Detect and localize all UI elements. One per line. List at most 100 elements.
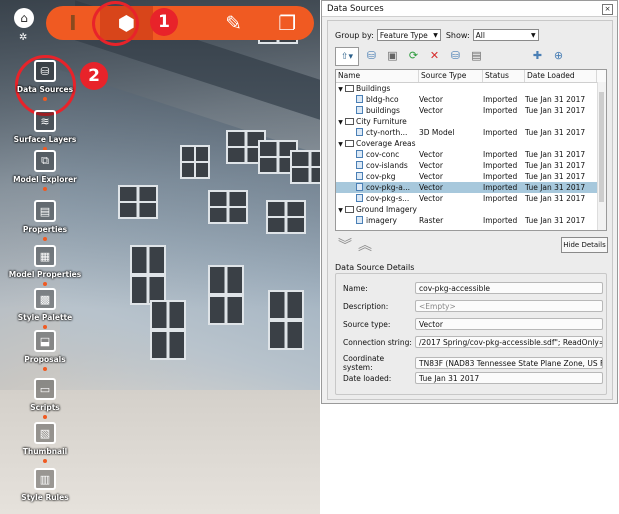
detail-connection-field[interactable]: /2017 Spring/cov-pkg-accessible.sdf"; Re… — [415, 336, 603, 348]
row-date-loaded: Tue Jan 31 2017 — [525, 106, 586, 115]
row-name-cell: cty-north... — [336, 127, 419, 138]
tool-layers[interactable]: ≋ Surface Layers — [0, 110, 90, 151]
expand-collapse-controls: ︾ ︽ — [338, 235, 372, 255]
table-row[interactable]: cov-pkg-s... Vector Imported Tue Jan 31 201… — [336, 193, 606, 204]
column-header-status[interactable]: Status — [483, 70, 525, 82]
table-row[interactable]: imagery Raster Imported Tue Jan 31 2017 — [336, 215, 606, 226]
add-data-source-button[interactable]: ⛁ — [363, 47, 380, 64]
panel-titlebar: Data Sources × — [322, 1, 617, 17]
tool-label: Style Palette — [17, 313, 73, 322]
pencil-icon: ✎ — [225, 11, 242, 35]
scrollbar-thumb[interactable] — [599, 92, 604, 202]
tool-label: Data Sources — [16, 85, 74, 94]
row-name: cov-islands — [366, 161, 408, 170]
list-rows: ▼ Buildings bldg-hco Vector Imported Tue Jan … — [336, 83, 606, 226]
tree-group-row[interactable]: ▼ Buildings — [336, 83, 606, 94]
row-name: cov-pkg-s... — [366, 194, 410, 203]
group-by-select[interactable]: Feature Type ▼ — [376, 29, 441, 41]
building-window — [208, 265, 244, 325]
table-row[interactable]: bldg-hco Vector Imported Tue Jan 31 2017 — [336, 94, 606, 105]
tool-model-explorer[interactable]: ⧉ Model Explorer — [0, 150, 90, 191]
expand-triangle-icon[interactable]: ▼ — [336, 139, 345, 149]
detail-connection-label: Connection string: — [343, 337, 412, 347]
3d-viewport[interactable]: ⌂ ✲ I ⬢ ✎ ❐ 1 2 ⛁ Data Sources ≋ Surface La… — [0, 0, 320, 514]
row-name-cell: cov-conc — [336, 149, 419, 160]
tool-separator-dot — [43, 367, 47, 371]
table-row[interactable]: buildings Vector Imported Tue Jan 31 2017 — [336, 105, 606, 116]
tool-label: Style Rules — [21, 493, 69, 502]
properties-icon: ▤ — [471, 49, 482, 62]
data-file-icon — [356, 172, 363, 180]
folder-icon — [345, 85, 354, 92]
tree-group-row[interactable]: ▼ City Furniture — [336, 116, 606, 127]
data-source-list[interactable]: Name Source Type Status Date Loaded ▼ Bui… — [335, 69, 607, 231]
expand-triangle-icon[interactable]: ▼ — [336, 117, 345, 127]
configure-button[interactable]: ▣ — [384, 47, 401, 64]
table-row[interactable]: cov-pkg-a... Vector Imported Tue Jan 31 201… — [336, 182, 606, 193]
expand-triangle-icon[interactable]: ▼ — [336, 84, 345, 94]
tool-style-palette[interactable]: ▩ Style Palette — [0, 288, 90, 329]
refresh-button[interactable]: ⟳ — [405, 47, 422, 64]
show-select[interactable]: All ▼ — [472, 29, 539, 41]
data-source-toolbar: ⇧▾ ⛁ ▣ ⟳ ✕ ⛁ ▤ ✚ ⊕ — [335, 47, 567, 66]
row-source-type: Vector — [419, 150, 443, 159]
gear-icon[interactable]: ✲ — [19, 32, 27, 43]
detail-description-field[interactable]: <Empty> — [415, 300, 603, 312]
layers-icon: ≋ — [34, 110, 56, 132]
remove-button[interactable]: ✕ — [426, 47, 443, 64]
map-plus-icon: ✚ — [532, 49, 543, 62]
detail-coord-label: Coordinate system: — [343, 354, 385, 372]
list-scrollbar[interactable] — [597, 82, 606, 230]
row-date-loaded: Tue Jan 31 2017 — [525, 128, 586, 137]
building-window — [266, 200, 306, 234]
map-add-button[interactable]: ✚ — [529, 47, 546, 64]
tree-group-row[interactable]: ▼ Ground Imagery — [336, 204, 606, 215]
details-box: Name: cov-pkg-accessible Description: <E… — [335, 273, 607, 395]
building-window — [180, 145, 210, 179]
main-toolbar: I ⬢ ✎ ❐ — [46, 6, 314, 40]
table-row[interactable]: cov-conc Vector Imported Tue Jan 31 2017 — [336, 149, 606, 160]
data-file-icon — [356, 150, 363, 158]
tool-properties[interactable]: ▤ Properties — [0, 200, 90, 241]
detail-connection-row: Connection string: /2017 Spring/cov-pkg-… — [343, 336, 605, 348]
hide-details-button[interactable]: Hide Details — [561, 237, 608, 253]
close-icon[interactable]: × — [602, 4, 613, 15]
map-zoom-button[interactable]: ⊕ — [550, 47, 567, 64]
collapse-all-icon[interactable]: ︾ — [338, 235, 352, 255]
column-header-date-loaded[interactable]: Date Loaded — [525, 70, 597, 82]
column-header-source-type[interactable]: Source Type — [419, 70, 483, 82]
tool-label: Surface Layers — [13, 135, 77, 144]
table-row[interactable]: cov-islands Vector Imported Tue Jan 31 2017 — [336, 160, 606, 171]
tool-scripts[interactable]: ▭ Scripts — [0, 378, 90, 419]
tool-style-rules[interactable]: ▥ Style Rules — [0, 468, 90, 502]
row-status: Imported — [483, 106, 518, 115]
list-header: Name Source Type Status Date Loaded — [336, 70, 606, 83]
toolbar-presentation-button[interactable]: ❐ — [260, 6, 314, 40]
detail-date-label: Date loaded: — [343, 373, 392, 383]
toolbar-sketch-button[interactable]: ✎ — [207, 6, 261, 40]
tool-thumbnail[interactable]: ▧ Thumbnail — [0, 422, 90, 463]
tree-group-row[interactable]: ▼ Coverage Areas — [336, 138, 606, 149]
tool-database-import[interactable]: ⛁ Data Sources — [0, 60, 90, 101]
row-source-type: Vector — [419, 183, 443, 192]
row-name: cov-pkg-a... — [366, 183, 410, 192]
detail-description-label: Description: — [343, 301, 389, 311]
refresh-icon: ⟳ — [408, 49, 419, 62]
row-name: buildings — [366, 106, 400, 115]
home-icon[interactable]: ⌂ — [14, 8, 34, 28]
tool-label: Scripts — [30, 403, 60, 412]
tool-model-properties[interactable]: ▦ Model Properties — [0, 245, 90, 286]
table-row[interactable]: cty-north... 3D Model Imported Tue Jan 31 2… — [336, 127, 606, 138]
expand-triangle-icon[interactable]: ▼ — [336, 205, 345, 215]
row-status: Imported — [483, 216, 518, 225]
detail-name-field[interactable]: cov-pkg-accessible — [415, 282, 603, 294]
tool-proposals[interactable]: ⬓ Proposals — [0, 330, 90, 371]
connect-dropdown-button[interactable]: ⇧▾ — [335, 47, 359, 66]
row-source-type: Vector — [419, 194, 443, 203]
expand-all-icon[interactable]: ︽ — [358, 235, 372, 255]
properties-button[interactable]: ▤ — [468, 47, 485, 64]
row-status: Imported — [483, 183, 518, 192]
column-header-name[interactable]: Name — [336, 70, 419, 82]
table-row[interactable]: cov-pkg Vector Imported Tue Jan 31 2017 — [336, 171, 606, 182]
export-button[interactable]: ⛁ — [447, 47, 464, 64]
